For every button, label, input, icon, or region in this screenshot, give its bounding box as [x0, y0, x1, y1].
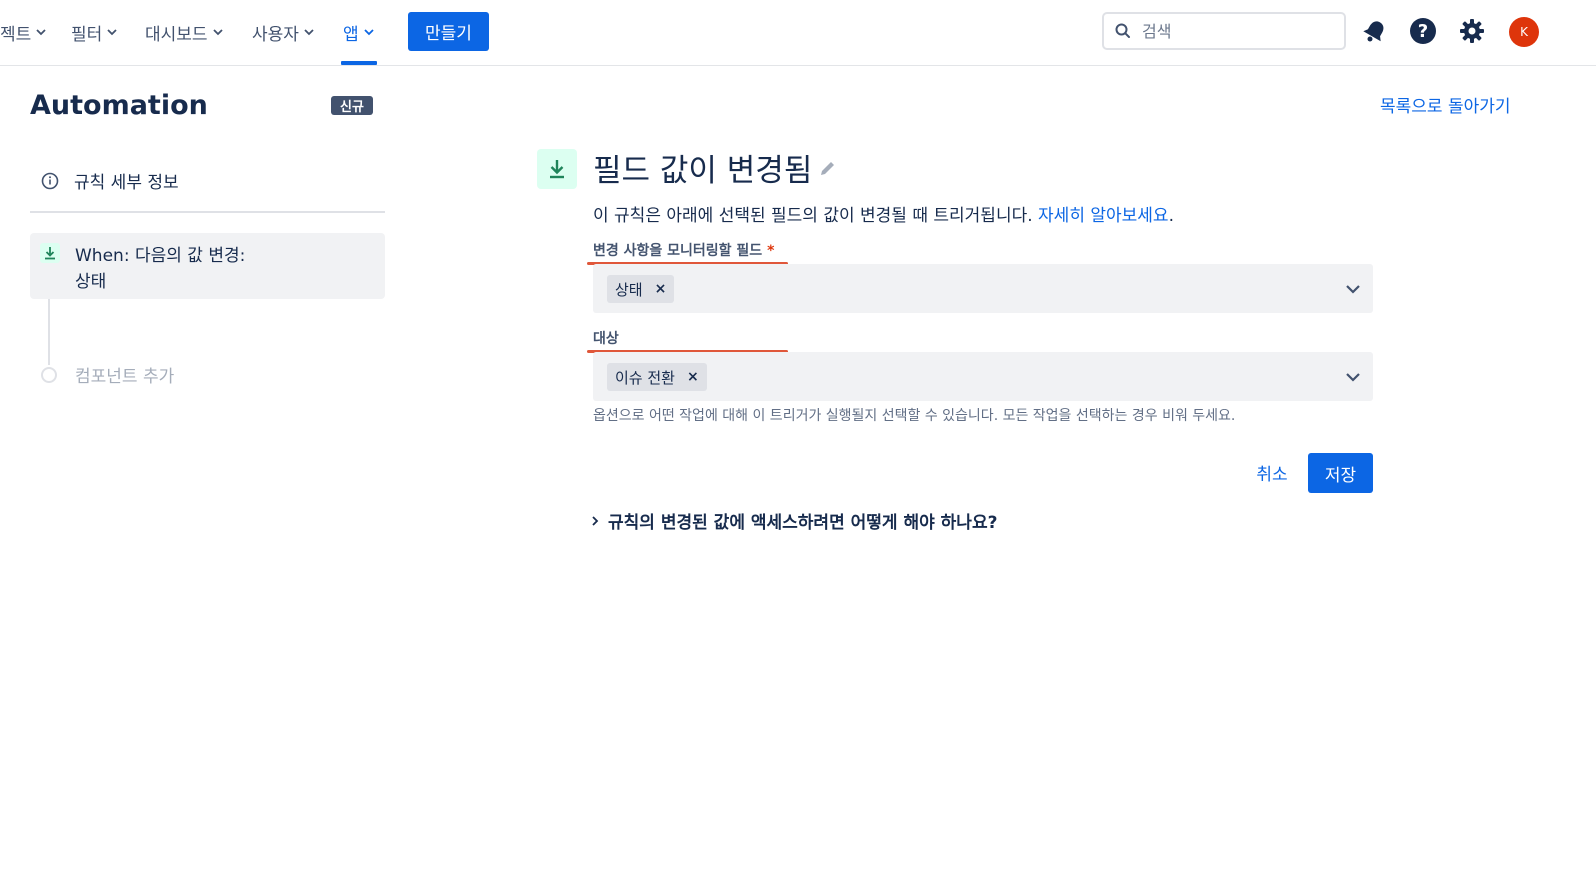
help-icon[interactable]: ? [1409, 17, 1437, 45]
nav-filters-label: 필터 [71, 24, 103, 45]
selected-field-tag: 상태 × [607, 275, 675, 303]
trigger-label: When: 다음의 값 변경: 상태 [75, 243, 245, 295]
monitored-field-label: 변경 사항을 모니터링할 필드 * [593, 240, 774, 260]
chevron-right-icon [592, 515, 599, 526]
chevron-down-icon [304, 29, 314, 36]
nav-projects[interactable]: 젝트 [0, 20, 47, 45]
nav-apps[interactable]: 앱 [343, 20, 375, 45]
learn-more-link[interactable]: 자세히 알아보세요 [1038, 206, 1169, 226]
info-icon [41, 172, 59, 189]
field-changed-trigger-icon [40, 243, 60, 263]
new-badge: 신규 [331, 96, 373, 115]
save-button[interactable]: 저장 [1308, 453, 1373, 493]
chevron-down-icon [107, 29, 117, 36]
sidebar-item-label: 규칙 세부 정보 [74, 173, 179, 193]
svg-text:?: ? [1418, 21, 1428, 42]
nav-active-indicator [341, 61, 377, 65]
sidebar-item-rule-details[interactable]: 규칙 세부 정보 [40, 168, 179, 193]
nav-people-label: 사용자 [252, 24, 299, 45]
monitored-field-select[interactable]: 상태 × [593, 264, 1373, 313]
chevron-down-icon [212, 29, 223, 36]
top-navigation: 젝트 필터 대시보드 사용자 앱 만들기 ? [0, 0, 1596, 66]
chevron-down-icon [364, 29, 374, 36]
field-changed-trigger-icon [537, 149, 577, 189]
sidebar-item-trigger[interactable]: When: 다음의 값 변경: 상태 [30, 233, 385, 299]
create-button[interactable]: 만들기 [408, 12, 489, 51]
search-box[interactable] [1102, 12, 1346, 50]
timeline-connector [48, 299, 50, 365]
notifications-bell-icon[interactable] [1361, 17, 1389, 45]
chevron-down-icon [36, 29, 46, 36]
nav-people[interactable]: 사용자 [252, 20, 315, 45]
nav-dashboards[interactable]: 대시보드 [145, 20, 224, 45]
page-title: 필드 값이 변경됨 [593, 153, 813, 189]
chevron-down-icon[interactable] [1343, 279, 1363, 299]
search-icon [1115, 23, 1130, 38]
helper-text: 옵션으로 어떤 작업에 대해 이 트리거가 실행될지 선택할 수 있습니다. 모… [593, 408, 1236, 424]
trigger-label-line2: 상태 [75, 272, 107, 292]
nav-dashboards-label: 대시보드 [145, 24, 208, 45]
selected-operation-tag: 이슈 전환 × [607, 363, 707, 391]
description-period: . [1168, 206, 1174, 226]
faq-label: 규칙의 변경된 값에 액세스하려면 어떻게 해야 하나요? [608, 513, 998, 533]
for-operation-select[interactable]: 이슈 전환 × [593, 352, 1373, 401]
nav-filters[interactable]: 필터 [71, 20, 118, 45]
for-operation-label: 대상 [593, 331, 619, 347]
avatar-initial: K [1520, 25, 1528, 39]
settings-gear-icon[interactable] [1458, 17, 1486, 45]
add-component-label: 컴포넌트 추가 [75, 367, 175, 387]
add-component-item[interactable]: 컴포넌트 추가 [41, 362, 174, 387]
remove-tag-icon[interactable]: × [687, 369, 699, 385]
avatar[interactable]: K [1509, 17, 1539, 47]
sidebar-divider [30, 211, 385, 213]
cancel-button[interactable]: 취소 [1245, 453, 1299, 492]
back-to-list-link[interactable]: 목록으로 돌아가기 [1380, 92, 1511, 117]
tag-label: 상태 [615, 280, 643, 299]
trigger-description: 이 규칙은 아래에 선택된 필드의 값이 변경될 때 트리거됩니다. 자세히 알… [593, 201, 1174, 226]
description-text: 이 규칙은 아래에 선택된 필드의 값이 변경될 때 트리거됩니다. [593, 206, 1033, 226]
remove-tag-icon[interactable]: × [655, 281, 667, 297]
sidebar-title: Automation [30, 90, 208, 121]
edit-pencil-icon[interactable] [818, 158, 838, 178]
trigger-label-line1: When: 다음의 값 변경: [75, 246, 246, 266]
search-input[interactable] [1140, 20, 1334, 42]
tag-label: 이슈 전환 [615, 368, 675, 387]
faq-expander[interactable]: 규칙의 변경된 값에 액세스하려면 어떻게 해야 하나요? [590, 508, 997, 533]
monitored-field-label-text: 변경 사항을 모니터링할 필드 [593, 243, 763, 259]
add-component-circle-icon [41, 366, 57, 383]
chevron-down-icon[interactable] [1343, 367, 1363, 387]
nav-projects-label: 젝트 [0, 24, 32, 45]
nav-apps-label: 앱 [343, 24, 359, 45]
required-asterisk: * [767, 243, 775, 259]
